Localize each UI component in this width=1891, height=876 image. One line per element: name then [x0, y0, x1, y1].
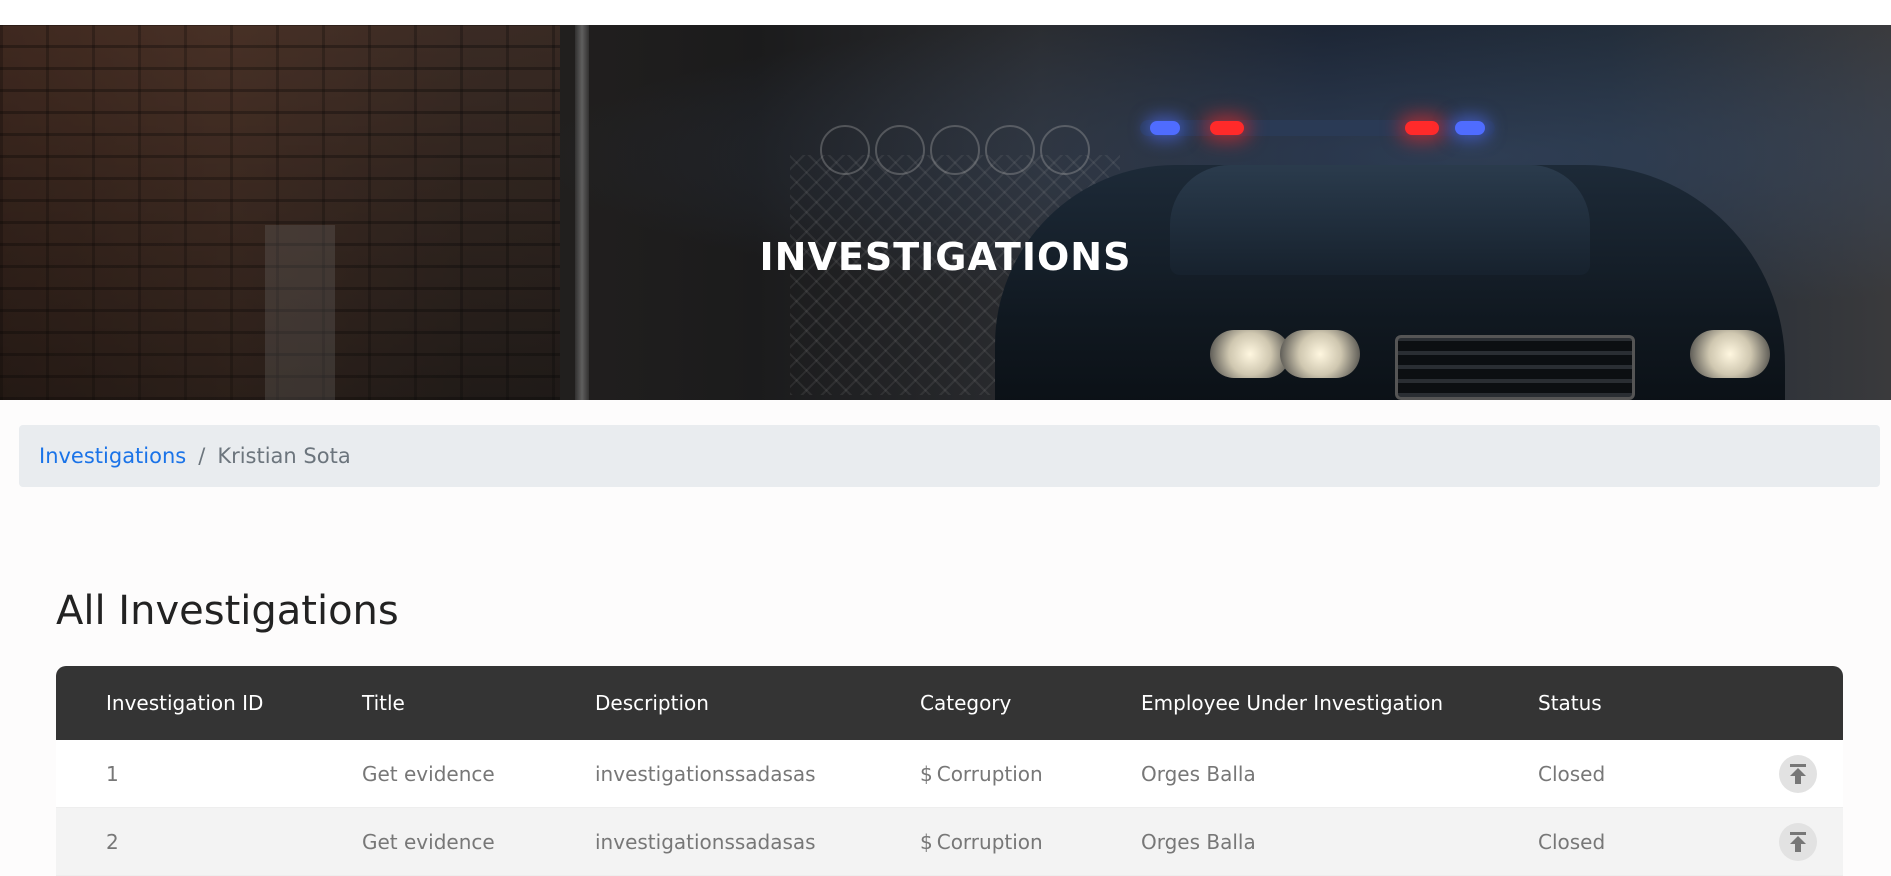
table-header: Investigation ID Title Description Categ…: [56, 666, 1843, 740]
razor-wire-coil: [985, 125, 1035, 175]
dollar-icon: $: [920, 829, 933, 854]
cell-title: Get evidence: [362, 761, 495, 786]
cell-category-label: Corruption: [936, 761, 1043, 786]
razor-wire-coil: [930, 125, 980, 175]
car-grille: [1395, 335, 1635, 400]
razor-wire-coil: [820, 125, 870, 175]
red-light: [1210, 121, 1244, 135]
column-header-title: Title: [362, 691, 405, 715]
top-strip: [0, 0, 1891, 25]
blue-light: [1455, 121, 1485, 135]
razor-wire-coil: [875, 125, 925, 175]
arrow-to-top-icon: [1790, 831, 1806, 852]
cell-status: Closed: [1538, 761, 1606, 786]
investigations-table: Investigation ID Title Description Categ…: [56, 666, 1843, 876]
cell-description: investigationssadasas: [595, 829, 816, 854]
hero-banner: INVESTIGATIONS: [0, 25, 1891, 400]
cell-category: $ Corruption: [920, 762, 1141, 786]
table-row[interactable]: 2 Get evidence investigationssadasas $ Co…: [56, 808, 1843, 876]
cell-actions: [1753, 754, 1843, 793]
breadcrumb-current: Kristian Sota: [217, 444, 351, 468]
headlight: [1280, 330, 1360, 378]
drain-pipe-background: [575, 25, 589, 400]
column-header-status: Status: [1538, 691, 1602, 715]
cell-title: Get evidence: [362, 829, 495, 854]
cell-id: 1: [106, 761, 119, 786]
hero-title: INVESTIGATIONS: [759, 235, 1132, 279]
cell-category-label: Corruption: [936, 829, 1043, 854]
breadcrumb-separator: /: [198, 444, 206, 468]
table-row[interactable]: 1 Get evidence investigationssadasas $ Co…: [56, 740, 1843, 808]
move-to-top-button[interactable]: [1779, 754, 1817, 793]
column-header-description: Description: [595, 691, 709, 715]
headlight: [1210, 330, 1290, 378]
column-header-employee: Employee Under Investigation: [1141, 691, 1444, 715]
cell-description: investigationssadasas: [595, 761, 816, 786]
column-header-category: Category: [920, 691, 1012, 715]
cell-id: 2: [106, 829, 119, 854]
dollar-icon: $: [920, 761, 933, 786]
razor-wire-coil: [1040, 125, 1090, 175]
cell-employee: Orges Balla: [1141, 761, 1256, 786]
arrow-to-top-icon: [1790, 763, 1806, 784]
blue-light: [1150, 121, 1180, 135]
cell-status: Closed: [1538, 829, 1606, 854]
move-to-top-button[interactable]: [1779, 822, 1817, 861]
breadcrumb-investigations-link[interactable]: Investigations: [39, 444, 186, 468]
breadcrumb: Investigations / Kristian Sota: [19, 425, 1880, 487]
red-light: [1405, 121, 1439, 135]
police-lightbar: [1140, 120, 1495, 136]
cell-category: $ Corruption: [920, 830, 1141, 854]
section-title: All Investigations: [56, 588, 399, 634]
cell-employee: Orges Balla: [1141, 829, 1256, 854]
column-header-id: Investigation ID: [106, 691, 264, 715]
headlight: [1690, 330, 1770, 378]
cell-actions: [1753, 822, 1843, 861]
